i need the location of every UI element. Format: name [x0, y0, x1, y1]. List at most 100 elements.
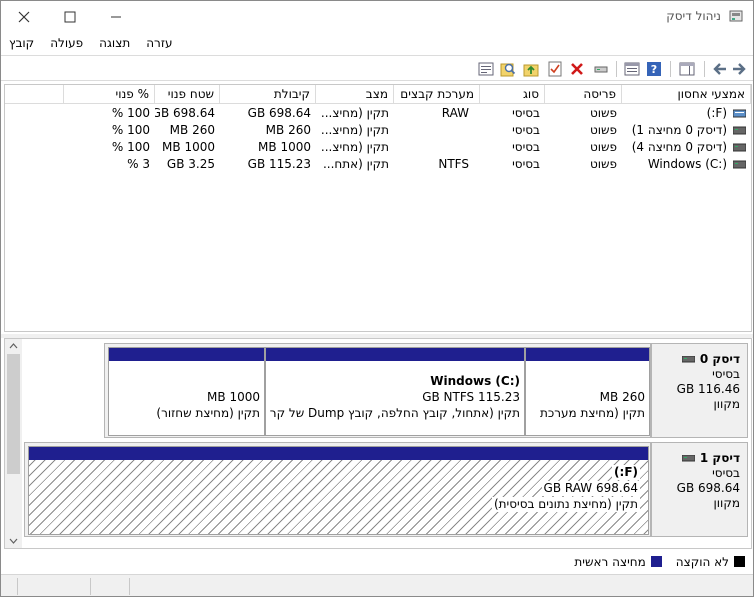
table-row[interactable]: (דיסק 0 מחיצה 4) פשוט בסיסי תקין (מחיצ..… [5, 139, 751, 156]
partition-status: תקין (מחיצת נתונים בסיסית) [491, 497, 640, 512]
cell-status: תקין (אתח... [322, 157, 389, 171]
cell-type: בסיסי [512, 123, 540, 137]
volume-icon [733, 160, 746, 169]
cell-status: תקין (מחיצ... [320, 140, 389, 154]
disk-0-partitions: 260 MB תקין (מחיצת מערכת Windows (C:) 11… [104, 343, 651, 438]
magnify-icon [500, 63, 516, 77]
window-title: ניהול דיסק [666, 9, 721, 23]
minimize-icon [111, 16, 121, 17]
checklist-button[interactable] [546, 60, 564, 78]
console-tree-icon [679, 62, 695, 76]
partition-f-raw[interactable]: (F:) 698.64 GB RAW תקין (מחיצת נתונים בס… [28, 446, 649, 535]
maximize-button[interactable] [47, 1, 93, 32]
cell-capacity: 1000 MB [258, 140, 311, 154]
disk-management-window: ניהול דיסק קובץ פעולה תצוגה עזרה ? אמצעי… [0, 0, 754, 597]
column-header-filesystem[interactable]: מערכת קבצים [394, 85, 480, 104]
column-header-percent-free[interactable]: % פנוי [64, 85, 155, 104]
cell-type: בסיסי [512, 140, 540, 154]
cell-volume: (דיסק 0 מחיצה 4) [631, 140, 727, 154]
table-row[interactable]: Windows (C:) פשוט בסיסי NTFS תקין (אתח..… [5, 156, 751, 173]
maximize-icon [64, 11, 76, 22]
disk-status: מקוון [713, 496, 740, 510]
connect-virtual-disk-button[interactable] [592, 60, 610, 78]
minimize-button[interactable] [93, 1, 139, 32]
cell-status: תקין (מחיצ... [320, 106, 389, 120]
partition-bar [109, 348, 264, 361]
column-header-type[interactable]: סוג [480, 85, 545, 104]
partition-windows-c[interactable]: Windows (C:) 115.23 GB NTFS תקין (אתחול,… [265, 347, 525, 436]
partition-title: Windows (C:) [430, 374, 520, 388]
column-header-layout[interactable]: פריסה [545, 85, 622, 104]
partition-title: (F:) [612, 465, 640, 480]
up-folder-icon [523, 64, 539, 77]
disk-status: מקוון [713, 397, 740, 411]
help-button[interactable]: ? [645, 60, 663, 78]
table-row[interactable]: (F:) פשוט בסיסי RAW תקין (מחיצ... 698.64… [5, 105, 751, 122]
column-header-volume[interactable]: אמצעי אחסון [622, 85, 751, 104]
cell-layout: פשוט [589, 157, 617, 171]
cell-filesystem [394, 139, 480, 156]
delete-button[interactable] [568, 60, 586, 78]
menu-bar: קובץ פעולה תצוגה עזרה [1, 32, 753, 54]
help-icon: ? [647, 62, 661, 76]
disk-0-label[interactable]: דיסק 0 בסיסי 116.46 GB מקוון [651, 343, 748, 438]
partition-size: 260 MB [599, 390, 645, 404]
column-header-status[interactable]: מצב [316, 85, 394, 104]
menu-action[interactable]: פעולה [42, 36, 91, 50]
disk-graphical-view: דיסק 0 בסיסי 116.46 GB מקוון 260 MB תקין… [4, 338, 752, 549]
legend-unallocated-label: לא הוקצה [675, 554, 729, 569]
vertical-scrollbar[interactable] [5, 339, 22, 548]
toolbar: ? [1, 55, 753, 81]
column-header-capacity[interactable]: קיבולת [220, 85, 316, 104]
disk-management-icon [729, 9, 743, 23]
column-header-empty [5, 85, 64, 104]
scroll-up-icon[interactable] [9, 343, 18, 349]
disk-name: דיסק 0 [699, 352, 740, 366]
cell-filesystem: NTFS [438, 157, 469, 171]
forward-arrow-icon [733, 63, 746, 75]
cell-volume: (דיסק 0 מחיצה 1) [631, 123, 727, 137]
partition-size: 1000 MB [207, 390, 260, 404]
back-button[interactable] [711, 60, 729, 78]
cell-percent-free: 100 % [111, 106, 150, 120]
search-button[interactable] [499, 60, 517, 78]
scrollbar-thumb[interactable] [7, 354, 20, 474]
menu-file[interactable]: קובץ [1, 36, 42, 50]
properties-button[interactable] [623, 60, 641, 78]
close-button[interactable] [1, 1, 47, 32]
cell-percent-free: 3 % [127, 157, 150, 171]
properties-icon [624, 62, 640, 76]
cell-percent-free: 100 % [111, 123, 150, 137]
cell-capacity: 260 MB [265, 123, 311, 137]
menu-help[interactable]: עזרה [138, 36, 180, 50]
volume-icon [733, 143, 746, 152]
cell-percent-free: 100 % [111, 140, 150, 154]
partition-efi-system[interactable]: 260 MB תקין (מחיצת מערכת [525, 347, 650, 436]
partition-status: תקין (אתחול, קובץ החלפה, קובץ Dump של קר… [270, 406, 520, 420]
menu-view[interactable]: תצוגה [91, 36, 138, 50]
partition-bar [526, 348, 649, 361]
column-header-free-space[interactable]: שטח פנוי [155, 85, 220, 104]
volume-list: אמצעי אחסון פריסה סוג מערכת קבצים מצב קי… [4, 84, 752, 332]
title-bar: ניהול דיסק [1, 1, 753, 32]
back-arrow-icon [713, 63, 726, 75]
show-hide-console-tree-button[interactable] [678, 60, 696, 78]
table-row[interactable]: (דיסק 0 מחיצה 1) פשוט בסיסי תקין (מחיצ..… [5, 122, 751, 139]
cell-layout: פשוט [589, 140, 617, 154]
up-one-level-button[interactable] [522, 60, 540, 78]
delete-icon [571, 63, 583, 75]
status-bar [1, 574, 753, 596]
partition-recovery[interactable]: 1000 MB תקין (מחיצת שחזור) [108, 347, 265, 436]
disk-size: 698.64 GB [676, 481, 740, 495]
list-view-icon [478, 62, 494, 76]
list-view-button[interactable] [477, 60, 495, 78]
partition-bar [266, 348, 524, 361]
checklist-icon [548, 61, 562, 77]
forward-button[interactable] [730, 60, 748, 78]
cell-free-space: 260 MB [169, 123, 215, 137]
cell-volume: Windows (C:) [647, 157, 727, 171]
disk-1-label[interactable]: דיסק 1 בסיסי 698.64 GB מקוון [651, 442, 748, 537]
cell-layout: פשוט [589, 123, 617, 137]
cell-free-space: 698.64 GB [155, 106, 215, 120]
scroll-down-icon[interactable] [9, 538, 18, 544]
